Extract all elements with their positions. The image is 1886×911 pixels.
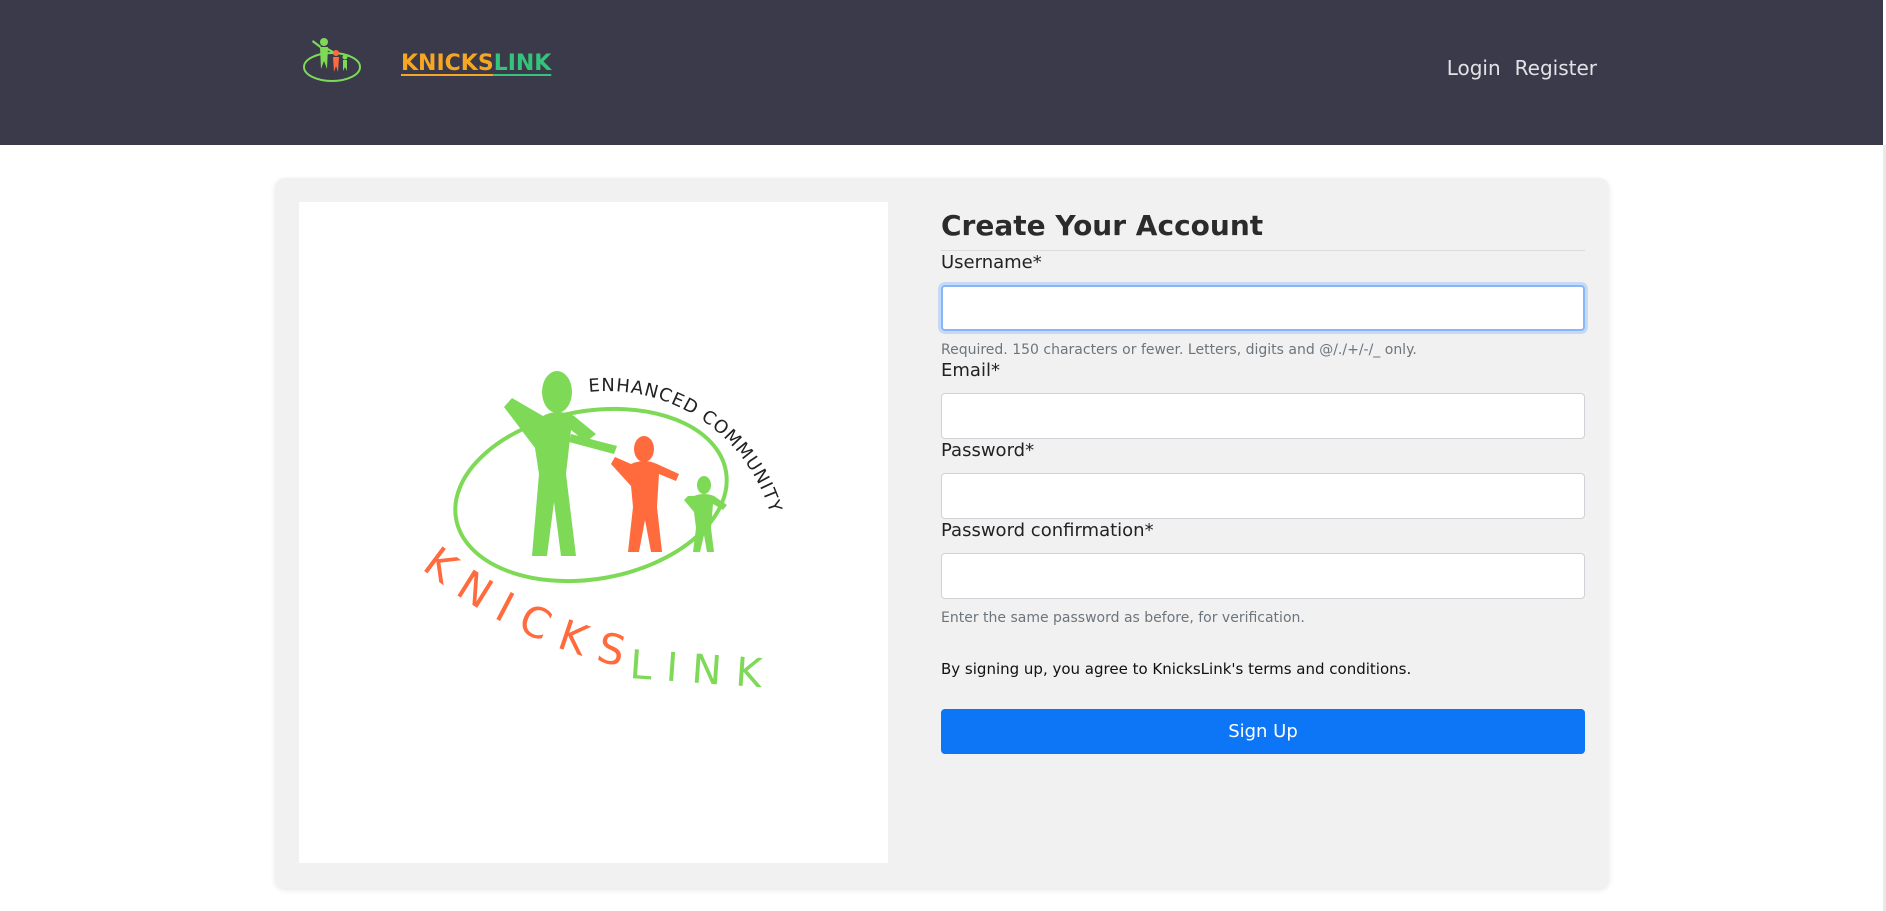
username-label: Username* bbox=[941, 252, 1042, 273]
title-divider bbox=[941, 250, 1585, 251]
brand-part-link: LINK bbox=[493, 51, 552, 76]
brand-link[interactable]: KNICKSLINK bbox=[401, 51, 551, 76]
email-input[interactable] bbox=[941, 393, 1585, 439]
terms-text: By signing up, you agree to KnicksLink's… bbox=[941, 660, 1412, 678]
svg-text:KNICKS: KNICKS bbox=[415, 537, 644, 680]
password-confirmation-help-text: Enter the same password as before, for v… bbox=[941, 610, 1305, 626]
page-title: Create Your Account bbox=[941, 209, 1264, 242]
logo-text-knicks: KNICKS bbox=[415, 537, 630, 680]
password-confirmation-label: Password confirmation* bbox=[941, 520, 1154, 541]
knickslink-logo-illustration: ENHANCED COMMUNITY KNICKS LINK bbox=[415, 371, 786, 698]
page: KNICKSLINK Login Register ENHANCED COMMU… bbox=[0, 0, 1886, 911]
brand-part-knicks: KNICKS bbox=[401, 51, 494, 76]
logo-image: ENHANCED COMMUNITY KNICKS LINK bbox=[299, 202, 888, 863]
brand-logo-icon[interactable] bbox=[300, 33, 370, 85]
signup-card: ENHANCED COMMUNITY KNICKS LINK Create Yo… bbox=[275, 178, 1609, 888]
email-label: Email* bbox=[941, 360, 1000, 381]
navbar: KNICKSLINK Login Register bbox=[0, 0, 1883, 145]
password-input[interactable] bbox=[941, 473, 1585, 519]
svg-text:ENHANCED COMMUNITY: ENHANCED COMMUNITY bbox=[588, 375, 786, 516]
nav-login-link[interactable]: Login bbox=[1447, 56, 1501, 80]
logo-text-link: LINK bbox=[628, 642, 777, 698]
password-label: Password* bbox=[941, 440, 1035, 461]
nav-register-link[interactable]: Register bbox=[1515, 56, 1597, 80]
signup-form: Create Your Account Username* Required. … bbox=[941, 208, 1585, 754]
logo-arc-text: ENHANCED COMMUNITY bbox=[588, 375, 785, 516]
sign-up-button[interactable]: Sign Up bbox=[941, 709, 1585, 754]
username-input[interactable] bbox=[941, 285, 1585, 331]
password-confirmation-input[interactable] bbox=[941, 553, 1585, 599]
nav-links: Login Register bbox=[1447, 56, 1597, 80]
username-help-text: Required. 150 characters or fewer. Lette… bbox=[941, 342, 1417, 358]
